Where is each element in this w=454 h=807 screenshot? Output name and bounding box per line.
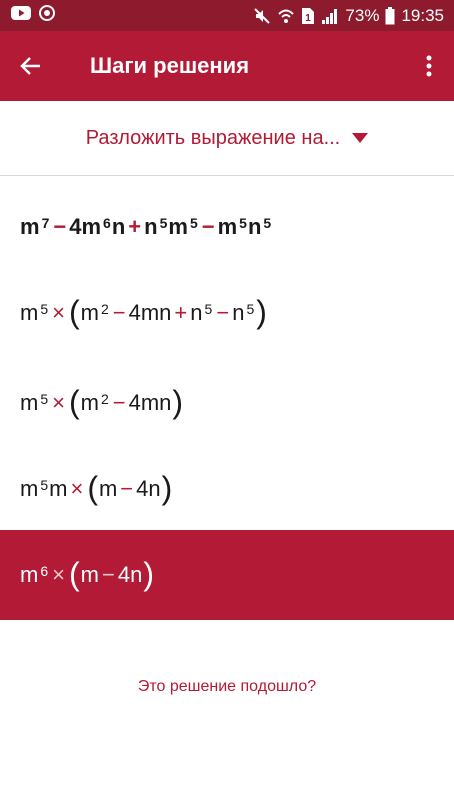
- math-parenthesis: (: [87, 470, 98, 506]
- math-term: m: [98, 476, 118, 501]
- svg-text:1: 1: [306, 13, 312, 24]
- math-term: 4mn: [128, 390, 172, 415]
- math-exponent: 5: [40, 477, 49, 493]
- math-parenthesis: (: [68, 294, 80, 330]
- math-parenthesis: ): [172, 384, 184, 420]
- math-term: n: [111, 214, 126, 239]
- math-term: 4n: [117, 562, 143, 587]
- math-operator: +: [128, 214, 142, 239]
- math-term: m5: [168, 214, 198, 239]
- status-right: 1 73% 19:35: [253, 6, 444, 26]
- math-operator: −: [201, 214, 215, 239]
- math-term: 4mn: [128, 300, 172, 325]
- youtube-icon: [10, 5, 32, 26]
- math-operator: +: [174, 300, 188, 325]
- method-selector[interactable]: Разложить выражение на...: [0, 101, 454, 176]
- back-button[interactable]: [0, 31, 62, 101]
- math-operator: −: [112, 300, 126, 325]
- wifi-icon: [277, 7, 295, 25]
- math-exponent: 5: [246, 301, 255, 317]
- math-exponent: 5: [189, 215, 198, 231]
- math-term: m: [49, 476, 68, 501]
- mute-icon: [253, 7, 271, 25]
- status-time: 19:35: [401, 5, 444, 25]
- signal-icon: [321, 7, 339, 25]
- math-term: n5: [232, 300, 255, 325]
- method-selector-label: Разложить выражение на...: [85, 126, 341, 149]
- math-term: m5: [20, 390, 49, 415]
- math-exponent: 7: [41, 215, 50, 231]
- math-exponent: 6: [103, 215, 111, 231]
- math-term: m2: [80, 300, 109, 325]
- math-operator: −: [120, 476, 134, 501]
- math-term: n5: [190, 300, 213, 325]
- more-options-button[interactable]: [404, 31, 454, 101]
- solution-step[interactable]: m 7−4m 6 n + n 5 m 5− m 5 n 5: [0, 186, 454, 268]
- math-exponent: 5: [263, 215, 272, 231]
- math-exponent: 5: [239, 215, 247, 231]
- battery-icon: [385, 6, 395, 25]
- math-term: m: [80, 562, 99, 587]
- math-operator: ×: [52, 562, 65, 587]
- math-term: n5: [144, 214, 168, 239]
- math-operator: ×: [52, 390, 65, 415]
- solution-step-result[interactable]: m 6 ×(m −4n): [0, 530, 454, 620]
- page-title: Шаги решения: [90, 53, 250, 78]
- math-term: m6: [20, 562, 49, 587]
- math-parenthesis: ): [256, 294, 267, 330]
- math-operator: −: [101, 562, 115, 587]
- math-exponent: 2: [100, 301, 109, 317]
- feedback-link[interactable]: Это решение подошло?: [0, 678, 454, 696]
- math-exponent: 6: [40, 563, 49, 579]
- arrow-left-icon: [20, 57, 40, 75]
- more-vert-icon: [426, 55, 432, 77]
- math-operator: −: [53, 214, 67, 239]
- math-parenthesis: (: [68, 384, 80, 420]
- app-bar: Шаги решения: [0, 31, 454, 101]
- math-exponent: 2: [100, 391, 109, 407]
- sim-icon: 1: [301, 7, 315, 25]
- status-bar: 1 73% 19:35: [0, 0, 454, 31]
- math-parenthesis: ): [161, 470, 173, 506]
- math-operator: ×: [52, 300, 65, 325]
- math-operator: −: [216, 300, 230, 325]
- status-left: [10, 4, 56, 27]
- solution-step[interactable]: m 5 ×(m 2−4mn + n 5− n 5): [0, 270, 454, 356]
- math-term: n5: [247, 214, 272, 239]
- math-exponent: 5: [204, 301, 213, 317]
- solution-step[interactable]: m 5 ×(m 2−4mn): [0, 360, 454, 446]
- math-exponent: 5: [159, 215, 168, 231]
- math-term: 4m 6: [69, 214, 111, 239]
- math-parenthesis: (: [68, 556, 80, 592]
- solution-step[interactable]: m 5 m ×(m −4n): [0, 448, 454, 530]
- math-term: m2: [80, 390, 109, 415]
- math-term: m7: [20, 214, 50, 239]
- dropdown-triangle-icon: [352, 133, 369, 143]
- math-term: m5: [217, 214, 247, 239]
- math-term: m5: [20, 300, 49, 325]
- math-operator: ×: [70, 476, 84, 501]
- math-term: m5: [20, 476, 49, 501]
- math-operator: −: [112, 390, 126, 415]
- app-notify-icon: [38, 4, 56, 27]
- battery-percent: 73%: [345, 5, 380, 25]
- math-term: 4n: [136, 476, 161, 501]
- math-exponent: 5: [40, 301, 49, 317]
- math-exponent: 5: [40, 391, 49, 407]
- math-parenthesis: ): [143, 556, 154, 592]
